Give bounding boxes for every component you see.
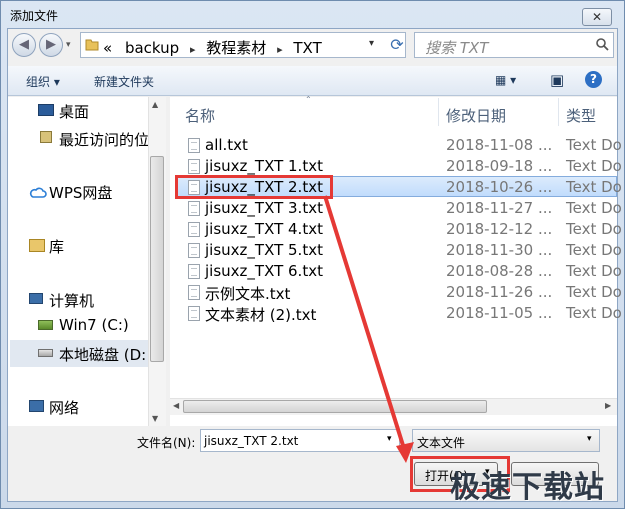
annotation-arrow — [323, 195, 414, 463]
watermark-text: 极速下载站 — [450, 470, 605, 505]
